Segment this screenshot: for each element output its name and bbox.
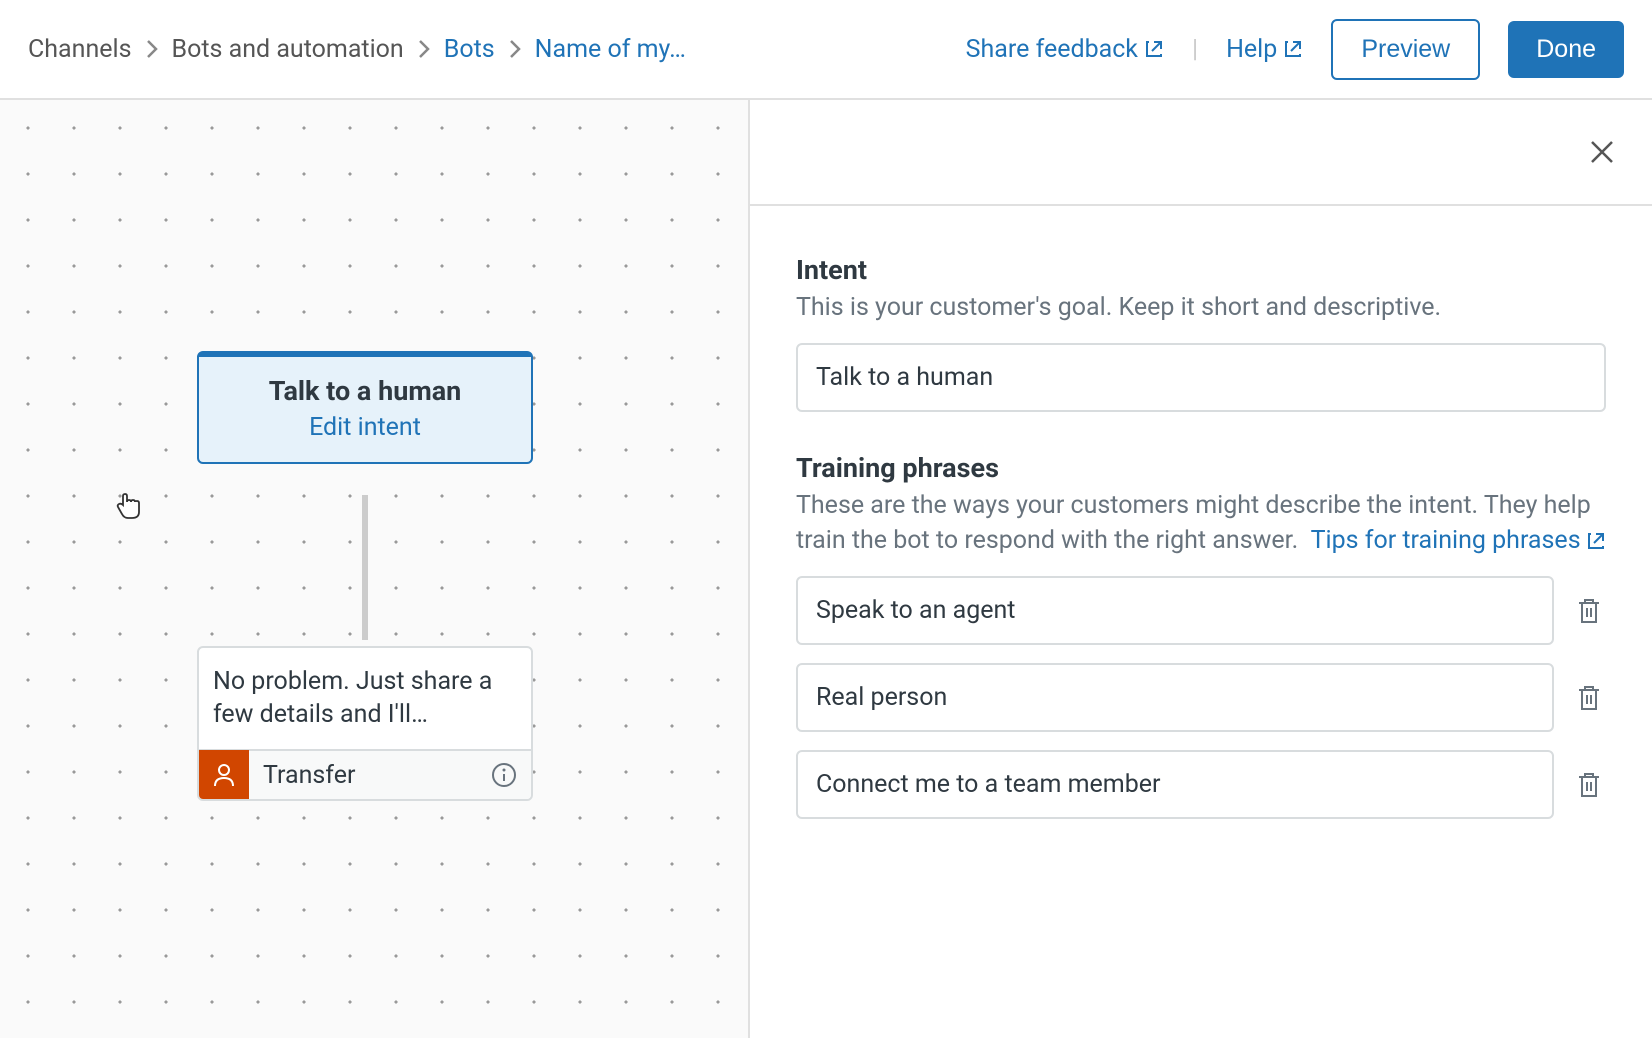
- preview-button[interactable]: Preview: [1331, 19, 1480, 80]
- header-actions: Share feedback | Help Preview Done: [966, 19, 1624, 80]
- help-label: Help: [1226, 35, 1277, 64]
- phrase-row: [796, 750, 1606, 819]
- main-area: Talk to a human Edit intent No problem. …: [0, 100, 1652, 1038]
- help-link[interactable]: Help: [1226, 35, 1303, 64]
- training-section-title: Training phrases: [796, 452, 1606, 484]
- phrase-row: [796, 663, 1606, 732]
- breadcrumb-item-bots[interactable]: Bots: [444, 35, 495, 64]
- chevron-right-icon: [418, 39, 430, 59]
- agent-icon: [199, 750, 249, 800]
- delete-phrase-button[interactable]: [1572, 766, 1606, 804]
- training-phrase-input[interactable]: [796, 663, 1554, 732]
- response-node[interactable]: No problem. Just share a few details and…: [197, 646, 533, 801]
- breadcrumb: Channels Bots and automation Bots Name o…: [28, 35, 686, 64]
- training-phrase-input[interactable]: [796, 576, 1554, 645]
- info-icon[interactable]: [491, 762, 531, 788]
- intent-node-title: Talk to a human: [199, 375, 531, 407]
- delete-phrase-button[interactable]: [1572, 592, 1606, 630]
- intent-node[interactable]: Talk to a human Edit intent: [197, 351, 533, 464]
- breadcrumb-item-bots-automation[interactable]: Bots and automation: [172, 35, 404, 64]
- transfer-label: Transfer: [249, 761, 491, 790]
- flow-canvas[interactable]: Talk to a human Edit intent No problem. …: [0, 100, 750, 1038]
- trash-icon: [1576, 596, 1602, 626]
- app-header: Channels Bots and automation Bots Name o…: [0, 0, 1652, 100]
- node-connector: [362, 495, 368, 640]
- transfer-bar: Transfer: [199, 749, 531, 799]
- external-link-icon: [1144, 39, 1164, 59]
- phrase-row: [796, 576, 1606, 645]
- breadcrumb-item-channels[interactable]: Channels: [28, 35, 132, 64]
- intent-section-title: Intent: [796, 254, 1606, 286]
- panel-body: Intent This is your customer's goal. Kee…: [750, 206, 1652, 885]
- chevron-right-icon: [146, 39, 158, 59]
- hand-cursor-icon: [115, 488, 145, 526]
- training-phrase-input[interactable]: [796, 750, 1554, 819]
- breadcrumb-item-botname[interactable]: Name of my…: [535, 35, 686, 64]
- response-text: No problem. Just share a few details and…: [199, 648, 531, 749]
- side-panel: Intent This is your customer's goal. Kee…: [750, 100, 1652, 1038]
- tips-link[interactable]: Tips for training phrases: [1311, 523, 1606, 558]
- panel-header: [750, 100, 1652, 206]
- intent-section-desc: This is your customer's goal. Keep it sh…: [796, 290, 1606, 325]
- intent-input[interactable]: [796, 343, 1606, 412]
- trash-icon: [1576, 683, 1602, 713]
- training-section-desc: These are the ways your customers might …: [796, 488, 1606, 558]
- external-link-icon: [1283, 39, 1303, 59]
- done-button[interactable]: Done: [1508, 21, 1624, 78]
- tips-link-label: Tips for training phrases: [1311, 523, 1581, 558]
- trash-icon: [1576, 770, 1602, 800]
- external-link-icon: [1586, 531, 1606, 551]
- delete-phrase-button[interactable]: [1572, 679, 1606, 717]
- phrases-container: [796, 576, 1606, 819]
- share-feedback-label: Share feedback: [966, 35, 1138, 64]
- close-button[interactable]: [1588, 138, 1616, 170]
- share-feedback-link[interactable]: Share feedback: [966, 35, 1164, 64]
- header-divider: |: [1192, 35, 1198, 64]
- close-icon: [1588, 138, 1616, 166]
- chevron-right-icon: [509, 39, 521, 59]
- edit-intent-link[interactable]: Edit intent: [199, 413, 531, 442]
